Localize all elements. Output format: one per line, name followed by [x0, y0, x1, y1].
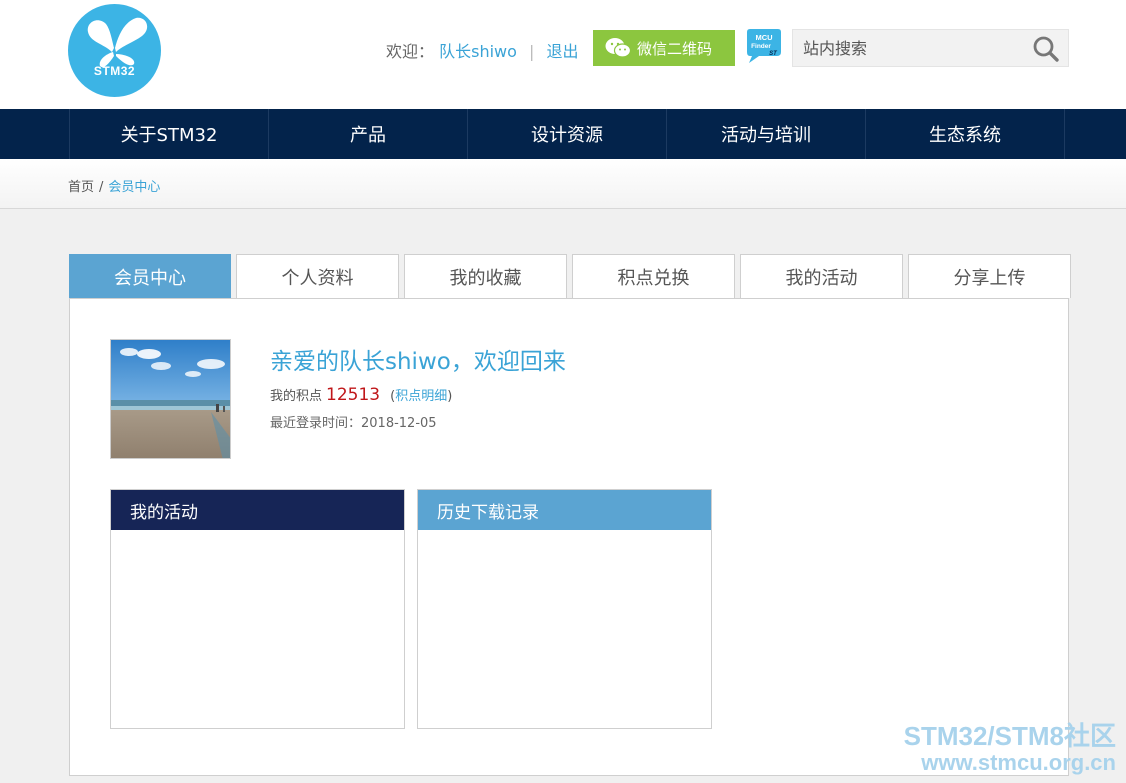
- wechat-label: 微信二维码: [637, 39, 713, 58]
- points-value: 12513: [326, 385, 381, 405]
- breadcrumb-band: 首页 / 会员中心: [0, 159, 1126, 209]
- site-header: STM32 欢迎： 队长shiwo | 退出 微信二维码 MCU Finder …: [0, 0, 1126, 109]
- nav-item-ecosystem[interactable]: 生态系统: [866, 109, 1065, 159]
- points-detail-link[interactable]: 积点明细: [395, 389, 447, 404]
- stm32-logo[interactable]: STM32: [68, 4, 161, 97]
- tab-profile[interactable]: 个人资料: [236, 254, 399, 298]
- svg-text:Finder: Finder: [751, 43, 771, 50]
- main-nav: 关于STM32 产品 设计资源 活动与培训 生态系统: [0, 109, 1126, 159]
- last-login-time: 最近登录时间：2018-12-05: [270, 416, 437, 431]
- site-search: [792, 29, 1069, 67]
- tab-points-exchange[interactable]: 积点兑换: [572, 254, 735, 298]
- breadcrumb-home[interactable]: 首页: [68, 180, 94, 195]
- welcome-separator: |: [529, 42, 535, 61]
- breadcrumb-separator: /: [99, 180, 104, 195]
- download-history-title: 历史下载记录: [418, 490, 711, 530]
- watermark-line1: STM32/STM8社区: [903, 721, 1116, 751]
- points-detail-close: ): [447, 389, 453, 404]
- svg-text:ST: ST: [769, 51, 778, 57]
- search-input[interactable]: [793, 30, 1023, 66]
- my-activities-box: 我的活动: [110, 489, 405, 729]
- nav-item-events-training[interactable]: 活动与培训: [667, 109, 866, 159]
- points-summary: 我的积点 12513 (积点明细): [270, 385, 452, 405]
- svg-text:MCU: MCU: [755, 33, 772, 42]
- member-tabs: 会员中心 个人资料 我的收藏 积点兑换 我的活动 分享上传: [69, 254, 1071, 298]
- tab-favorites[interactable]: 我的收藏: [404, 254, 567, 298]
- avatar[interactable]: [110, 339, 231, 459]
- wechat-icon: [605, 38, 631, 58]
- download-history-box: 历史下载记录: [417, 489, 712, 729]
- search-icon[interactable]: [1032, 35, 1060, 63]
- logout-link[interactable]: 退出: [547, 42, 579, 61]
- welcome-label: 欢迎：: [386, 42, 435, 61]
- tab-share-upload[interactable]: 分享上传: [908, 254, 1071, 298]
- logo-text: STM32: [93, 64, 136, 78]
- welcome-greeting: 亲爱的队长shiwo，欢迎回来: [270, 349, 566, 375]
- welcome-bar: 欢迎： 队长shiwo | 退出: [386, 38, 579, 62]
- tab-member-center[interactable]: 会员中心: [69, 254, 231, 298]
- member-center-panel: 亲爱的队长shiwo，欢迎回来 我的积点 12513 (积点明细) 最近登录时间：2…: [69, 298, 1069, 776]
- username-link[interactable]: 队长shiwo: [439, 42, 517, 61]
- wechat-qr-button[interactable]: 微信二维码: [593, 30, 735, 66]
- points-label: 我的积点: [270, 389, 323, 404]
- site-watermark: STM32/STM8社区 www.stmcu.org.cn: [904, 723, 1116, 774]
- breadcrumb-current[interactable]: 会员中心: [108, 180, 160, 195]
- nav-item-products[interactable]: 产品: [269, 109, 468, 159]
- watermark-line2: www.stmcu.org.cn: [921, 750, 1116, 775]
- butterfly-icon: [87, 17, 148, 68]
- nav-item-design-resources[interactable]: 设计资源: [468, 109, 667, 159]
- my-activities-title: 我的活动: [111, 490, 404, 530]
- mcu-finder-icon[interactable]: MCU Finder ST: [745, 28, 783, 64]
- breadcrumb: 首页 / 会员中心: [68, 176, 160, 195]
- tab-my-activities[interactable]: 我的活动: [740, 254, 903, 298]
- nav-item-about[interactable]: 关于STM32: [70, 109, 269, 159]
